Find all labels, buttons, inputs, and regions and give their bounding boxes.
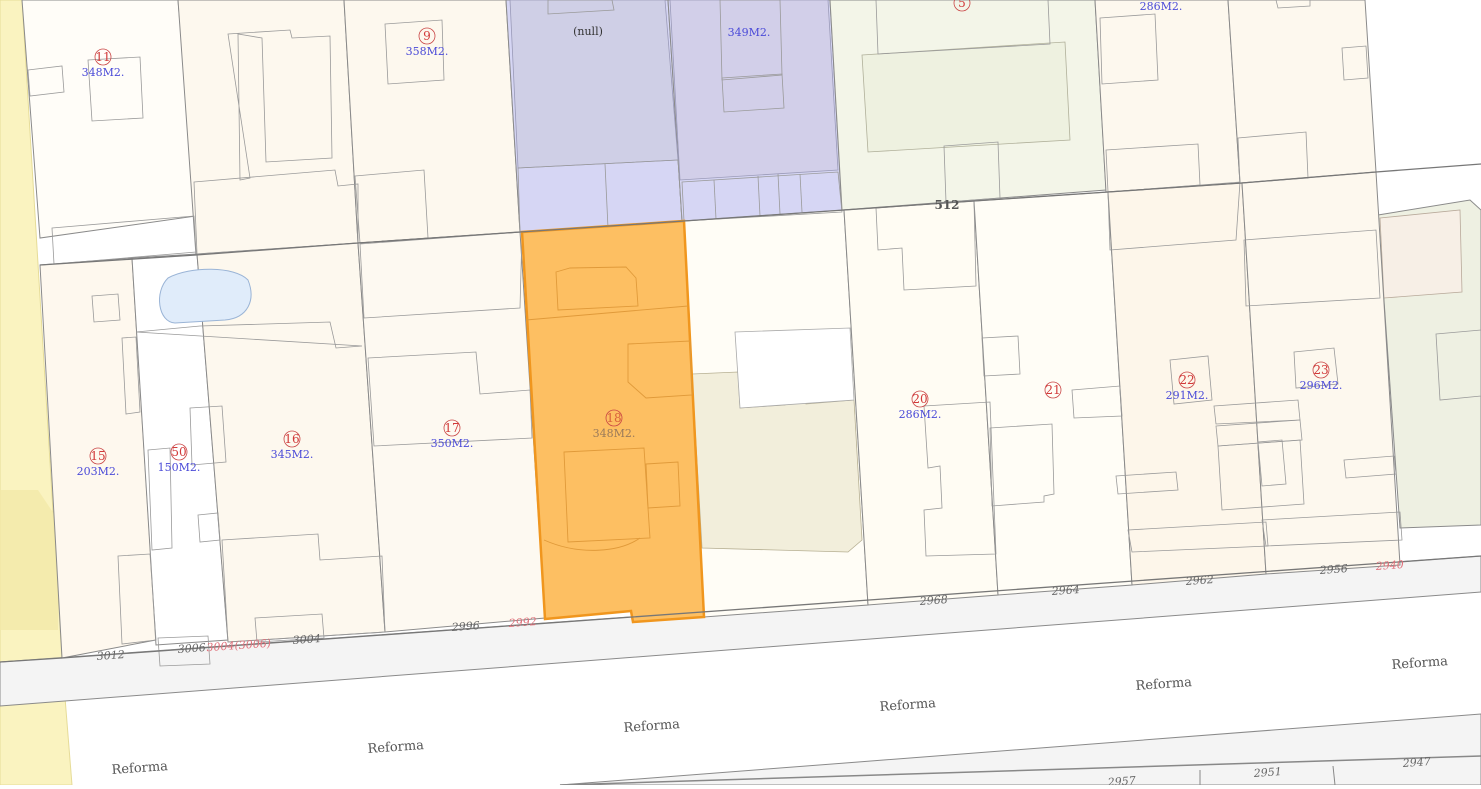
- address-number: 2956: [1318, 562, 1348, 577]
- lot-number-label: 21: [1045, 383, 1060, 397]
- address-number: 3004: [292, 632, 321, 647]
- cadastral-map[interactable]: 11 348M2. 9 358M2. (null) 349M2. 5 286M2…: [0, 0, 1481, 789]
- lot-area-label: 348M2.: [82, 66, 125, 79]
- map-canvas: 11 348M2. 9 358M2. (null) 349M2. 5 286M2…: [0, 0, 1481, 789]
- address-number: 2992: [507, 615, 537, 630]
- lot-number-label: 5: [958, 0, 966, 10]
- selected-lot-number-label: 18: [606, 411, 621, 425]
- lot-parcel: [343, 0, 521, 244]
- address-number: 2962: [1184, 573, 1214, 588]
- lot-number-label: 20: [912, 392, 927, 406]
- lot-area-label: (null): [573, 25, 603, 38]
- lot-number-label: 22: [1179, 373, 1194, 387]
- block-number-label: 512: [934, 198, 959, 212]
- building-footprint: [861, 41, 1071, 153]
- selected-lot-area-label: 348M2.: [593, 427, 636, 440]
- address-number: 2951: [1252, 765, 1282, 780]
- lot-area-label: 203M2.: [77, 465, 120, 478]
- lot-number-label: 23: [1313, 363, 1328, 377]
- lot-parcel: [1094, 0, 1241, 193]
- address-number: 2968: [918, 593, 948, 608]
- lot-area-label: 345M2.: [271, 448, 314, 461]
- lot-number-label: 50: [171, 445, 186, 459]
- lot-number-label: 16: [284, 432, 299, 446]
- address-number: 3012: [96, 648, 125, 663]
- lot-area-label: 358M2.: [406, 45, 449, 58]
- pool-shape: [159, 268, 252, 324]
- lot-parcel: [177, 0, 359, 256]
- lot-parcel: [21, 0, 197, 239]
- lot-number-label: 17: [444, 421, 459, 435]
- lot-parcel: [1227, 0, 1377, 184]
- building-footprint: [1379, 209, 1463, 299]
- lot-area-label: 150M2.: [158, 461, 201, 474]
- address-number: 2940: [1374, 558, 1404, 573]
- lot-number-label: 15: [90, 449, 105, 463]
- yellow-zone-shade: [0, 490, 58, 630]
- lot-area-label: 286M2.: [899, 408, 942, 421]
- lot-area-label: 350M2.: [431, 437, 474, 450]
- address-number: 2947: [1401, 755, 1431, 770]
- lot-number-label: 9: [423, 29, 431, 43]
- lot-area-label: 296M2.: [1300, 379, 1343, 392]
- address-number: 2964: [1050, 583, 1080, 598]
- lot-area-label: 291M2.: [1166, 389, 1209, 402]
- address-number: 3006: [177, 641, 206, 656]
- building-footprint: [734, 327, 855, 409]
- lot-number-label: 11: [95, 50, 110, 64]
- lot-area-label: 349M2.: [728, 26, 771, 39]
- address-number: 2996: [450, 619, 480, 634]
- address-number: 2957: [1106, 774, 1136, 785]
- lot-area-label: 286M2.: [1140, 0, 1183, 13]
